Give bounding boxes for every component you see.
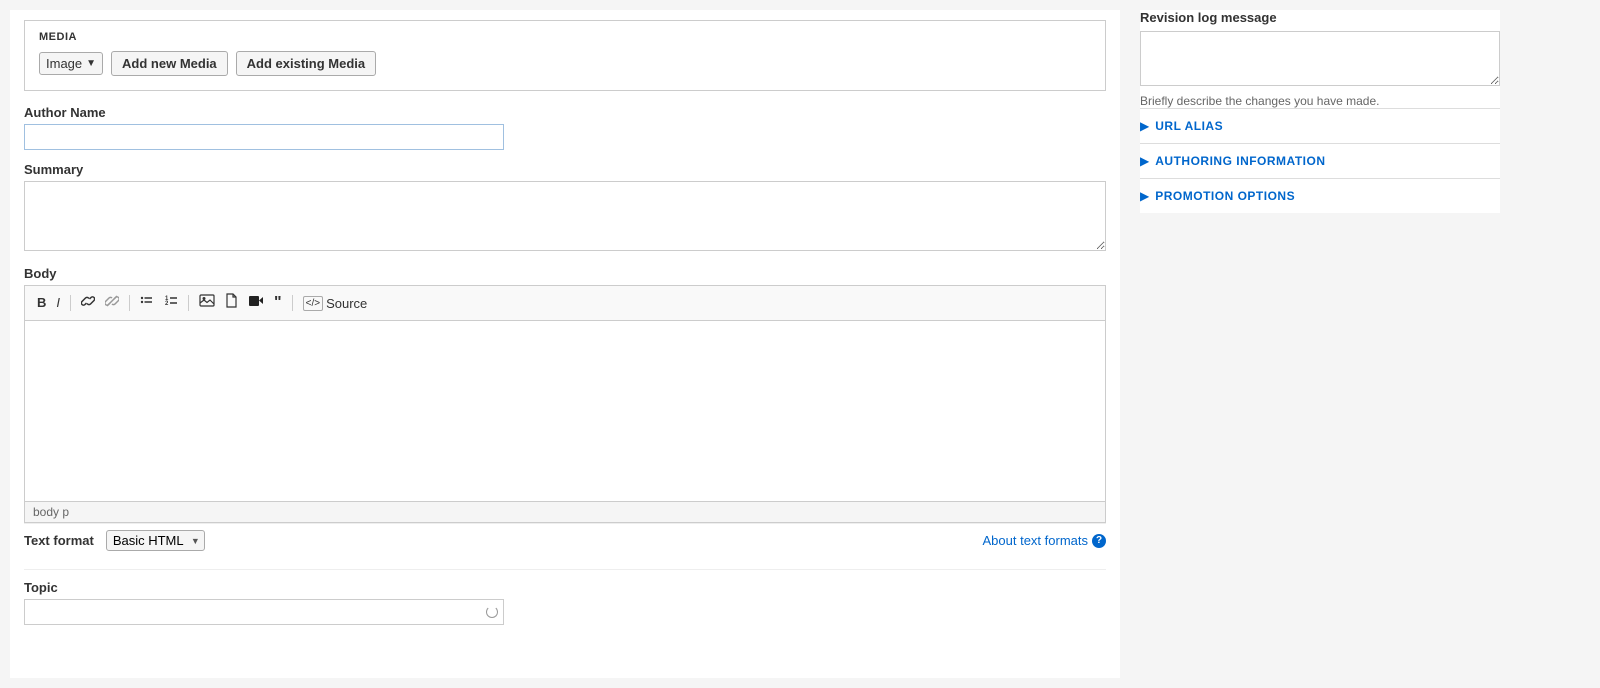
bold-button[interactable]: B <box>33 292 50 314</box>
image-icon <box>199 294 215 307</box>
format-select-wrap: Text format Basic HTML Full HTML Plain t… <box>24 530 205 551</box>
promotion-options-collapsible[interactable]: ▶ PROMOTION OPTIONS <box>1140 178 1500 213</box>
source-button[interactable]: </> Source <box>299 294 372 313</box>
image-dropdown-value: Image <box>46 56 82 71</box>
topic-input-wrap <box>24 599 504 625</box>
media-section: MEDIA Image ▼ Add new Media Add existing… <box>24 20 1106 91</box>
toolbar-divider-3 <box>188 295 189 311</box>
topic-spinner <box>486 606 498 618</box>
ordered-list-button[interactable]: 1 2 <box>160 292 182 315</box>
author-name-label: Author Name <box>24 105 1106 120</box>
toolbar-divider-4 <box>292 295 293 311</box>
media-controls: Image ▼ Add new Media Add existing Media <box>39 51 1091 76</box>
link-icon <box>81 294 95 308</box>
text-format-label: Text format <box>24 533 94 548</box>
summary-textarea[interactable] <box>24 181 1106 251</box>
chevron-down-icon: ▼ <box>86 58 96 69</box>
about-text-formats-label: About text formats <box>983 533 1089 548</box>
author-name-input[interactable] <box>24 124 504 150</box>
revision-log-label: Revision log message <box>1140 10 1500 25</box>
promotion-options-label: PROMOTION OPTIONS <box>1155 189 1295 203</box>
authoring-info-arrow-icon: ▶ <box>1140 154 1149 168</box>
editor-toolbar: B I <box>25 286 1105 321</box>
italic-button[interactable]: I <box>52 292 64 314</box>
editor-status-text: body p <box>33 505 69 519</box>
topic-input[interactable] <box>24 599 504 625</box>
promotion-options-arrow-icon: ▶ <box>1140 189 1149 203</box>
blockquote-button[interactable]: " <box>270 290 286 316</box>
revision-log-textarea[interactable] <box>1140 31 1500 86</box>
source-label: Source <box>326 296 367 311</box>
url-alias-collapsible[interactable]: ▶ URL ALIAS <box>1140 108 1500 143</box>
body-group: Body B I <box>24 266 1106 557</box>
unordered-list-button[interactable] <box>136 292 158 315</box>
about-text-formats-link[interactable]: About text formats ? <box>983 533 1107 548</box>
authoring-info-label: AUTHORING INFORMATION <box>1155 154 1325 168</box>
format-select[interactable]: Basic HTML Full HTML Plain text <box>106 530 205 551</box>
media-section-label: MEDIA <box>39 31 1091 43</box>
source-icon: </> <box>303 296 323 311</box>
body-editor: B I <box>24 285 1106 523</box>
revision-hint: Briefly describe the changes you have ma… <box>1140 94 1500 108</box>
body-editor-content[interactable] <box>25 321 1105 501</box>
ul-icon <box>140 294 154 308</box>
topic-group: Topic <box>24 569 1106 625</box>
help-icon: ? <box>1092 534 1106 548</box>
author-name-group: Author Name <box>24 105 1106 150</box>
url-alias-label: URL ALIAS <box>1155 119 1223 133</box>
summary-label: Summary <box>24 162 1106 177</box>
toolbar-divider-2 <box>129 295 130 311</box>
text-format-row: Text format Basic HTML Full HTML Plain t… <box>24 523 1106 557</box>
video-button[interactable] <box>244 292 268 314</box>
video-icon <box>248 295 264 307</box>
add-new-media-button[interactable]: Add new Media <box>111 51 228 76</box>
format-select-container: Basic HTML Full HTML Plain text <box>106 530 205 551</box>
editor-status-bar: body p <box>25 501 1105 522</box>
link-button[interactable] <box>77 292 99 315</box>
sidebar: Revision log message Briefly describe th… <box>1120 10 1500 678</box>
toolbar-divider-1 <box>70 295 71 311</box>
unlink-button[interactable] <box>101 292 123 315</box>
ol-icon: 1 2 <box>164 294 178 308</box>
url-alias-arrow-icon: ▶ <box>1140 119 1149 133</box>
body-label: Body <box>24 266 1106 281</box>
image-type-dropdown[interactable]: Image ▼ <box>39 52 103 75</box>
add-existing-media-button[interactable]: Add existing Media <box>236 51 376 76</box>
topic-label: Topic <box>24 580 1106 595</box>
svg-text:2: 2 <box>165 301 169 307</box>
sidebar-section: Revision log message Briefly describe th… <box>1140 10 1500 213</box>
unlink-icon <box>105 294 119 308</box>
image-button[interactable] <box>195 292 219 314</box>
summary-group: Summary <box>24 162 1106 254</box>
file-icon <box>225 293 238 308</box>
file-button[interactable] <box>221 291 242 315</box>
authoring-info-collapsible[interactable]: ▶ AUTHORING INFORMATION <box>1140 143 1500 178</box>
